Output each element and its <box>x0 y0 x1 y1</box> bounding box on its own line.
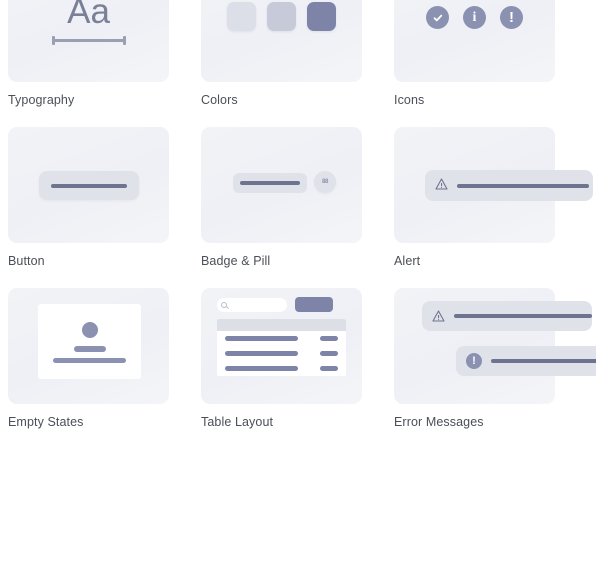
search-icon <box>221 301 227 308</box>
table-cell-primary <box>225 336 298 341</box>
table-row <box>217 361 346 376</box>
table-header-icon <box>217 319 346 331</box>
card-icons-preview: i ! <box>394 0 555 82</box>
info-glyph: i <box>472 9 477 25</box>
card-button[interactable] <box>8 127 169 243</box>
card-table-layout-preview <box>201 288 362 404</box>
typography-sample: Aa <box>8 0 169 45</box>
table-body <box>217 319 346 376</box>
empty-subtitle-bar <box>53 358 126 363</box>
card-label-badge-pill: Badge & Pill <box>201 254 271 268</box>
card-badge-pill-preview: 88 <box>201 127 362 243</box>
table-cell-secondary <box>320 336 338 341</box>
card-alert[interactable] <box>394 127 593 243</box>
table-row <box>217 346 346 361</box>
card-typography[interactable]: Aa <box>8 0 169 82</box>
card-empty-states[interactable] <box>8 288 169 404</box>
table-cell-primary <box>225 366 298 371</box>
component-cell-table-layout: Table Layout <box>201 288 362 430</box>
text-size-icon: Aa <box>67 0 110 31</box>
table-mock <box>201 297 362 376</box>
component-cell-error-messages: ! Error Messages <box>394 288 596 430</box>
info-circle-icon: i <box>463 6 486 29</box>
component-cell-alert: Alert <box>394 127 593 269</box>
card-badge-pill[interactable]: 88 <box>201 127 362 243</box>
component-cell-typography: Aa Typography <box>8 0 169 108</box>
error-text-bar <box>491 359 596 363</box>
pill-shape-icon <box>233 173 307 193</box>
measure-rule-icon <box>51 36 126 45</box>
alert-row <box>425 170 593 201</box>
table-row <box>217 331 346 346</box>
card-typography-preview: Aa <box>8 0 169 82</box>
component-cell-icons: i ! Icons <box>394 0 555 108</box>
table-cell-primary <box>225 351 298 356</box>
card-label-error-messages: Error Messages <box>394 415 484 429</box>
card-error-messages[interactable]: ! <box>394 288 596 404</box>
badge-circle-icon: 88 <box>314 171 336 193</box>
exclamation-circle-icon: ! <box>500 6 523 29</box>
component-cell-empty-states: Empty States <box>8 288 169 430</box>
table-cell-secondary <box>320 351 338 356</box>
component-cell-colors: Colors <box>201 0 362 108</box>
table-toolbar <box>217 297 346 312</box>
warning-triangle-icon <box>435 177 448 195</box>
primary-button-icon[interactable] <box>295 297 333 312</box>
component-gallery: Aa Typography Colors i ! Icons Button 88… <box>0 0 596 572</box>
alert-text-bar <box>457 183 589 188</box>
color-swatch-icon <box>267 2 296 31</box>
card-label-button: Button <box>8 254 45 268</box>
icon-sample-row: i ! <box>394 6 555 29</box>
color-swatch-icon <box>227 2 256 31</box>
exclamation-circle-icon: ! <box>466 353 482 369</box>
card-colors[interactable] <box>201 0 362 82</box>
component-cell-badge-pill: 88 Badge & Pill <box>201 127 362 269</box>
error-text-bar <box>454 314 592 318</box>
empty-title-bar <box>73 346 106 352</box>
card-table-layout[interactable] <box>201 288 362 404</box>
card-label-table-layout: Table Layout <box>201 415 274 429</box>
card-colors-preview <box>201 0 362 82</box>
card-button-preview <box>8 127 169 243</box>
empty-state-illustration-icon <box>38 304 141 379</box>
card-icons[interactable]: i ! <box>394 0 555 82</box>
color-swatch-icon <box>307 2 336 31</box>
color-swatch-row <box>201 2 362 31</box>
component-cell-button: Button <box>8 127 169 269</box>
table-cell-secondary <box>320 366 338 371</box>
card-label-alert: Alert <box>394 254 421 268</box>
exclamation-glyph: ! <box>509 9 514 26</box>
exclamation-glyph: ! <box>472 354 476 367</box>
search-input[interactable] <box>217 297 287 312</box>
card-empty-states-preview <box>8 288 169 404</box>
empty-avatar-shape <box>81 322 98 338</box>
check-circle-icon <box>426 6 449 29</box>
button-shape-icon <box>39 171 139 200</box>
card-label-empty-states: Empty States <box>8 415 84 429</box>
card-label-typography: Typography <box>8 93 75 107</box>
warning-triangle-icon <box>432 310 445 322</box>
exclamation-circle-shape: ! <box>466 353 482 369</box>
card-label-icons: Icons <box>394 93 425 107</box>
error-row-critical: ! <box>456 346 596 376</box>
badge-count: 88 <box>321 178 329 185</box>
card-label-colors: Colors <box>201 93 238 107</box>
component-grid: Aa Typography Colors i ! Icons Button 88… <box>8 0 596 430</box>
error-row-warning <box>422 301 592 331</box>
